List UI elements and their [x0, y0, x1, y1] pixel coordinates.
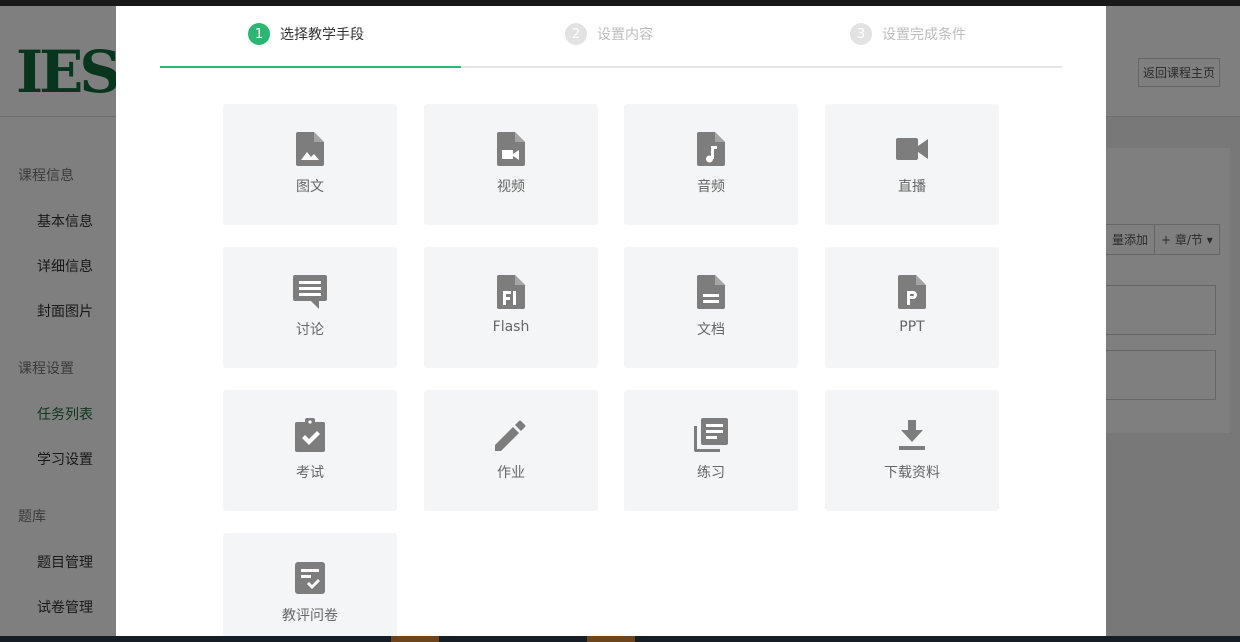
step-label: 选择教学手段 [280, 27, 364, 43]
tile-exam[interactable]: 考试 [223, 390, 397, 511]
tile-practice[interactable]: 练习 [624, 390, 798, 511]
tile-label: Flash [492, 319, 530, 335]
wizard-steps: 1 选择教学手段 2 设置内容 3 设置完成条件 [160, 6, 1062, 68]
video-camera-icon [895, 132, 929, 166]
image-file-icon [293, 132, 327, 166]
active-step-indicator [160, 66, 461, 68]
step-number: 2 [565, 23, 587, 45]
step-number: 3 [850, 23, 872, 45]
tile-label: 教评问卷 [282, 608, 338, 624]
tile-flash[interactable]: Flash [424, 247, 598, 368]
tile-audio[interactable]: 音频 [624, 104, 798, 225]
video-file-icon [494, 132, 528, 166]
tile-image-text[interactable]: 图文 [223, 104, 397, 225]
step-select-method: 1 选择教学手段 [248, 23, 364, 45]
tile-label: 下载资料 [884, 465, 940, 481]
step-set-completion: 3 设置完成条件 [850, 23, 966, 45]
tile-video[interactable]: 视频 [424, 104, 598, 225]
library-books-icon [694, 418, 728, 452]
tile-download[interactable]: 下载资料 [825, 390, 999, 511]
flash-file-icon [494, 275, 528, 309]
tile-live[interactable]: 直播 [825, 104, 999, 225]
tile-label: 作业 [497, 465, 525, 481]
tile-label: 文档 [697, 322, 725, 338]
tile-label: 考试 [296, 465, 324, 481]
step-label: 设置完成条件 [882, 27, 966, 43]
tile-ppt[interactable]: PPT [825, 247, 999, 368]
survey-check-icon [293, 561, 327, 595]
chat-bubble-icon [293, 275, 327, 309]
tile-label: PPT [899, 319, 925, 335]
tile-document[interactable]: 文档 [624, 247, 798, 368]
clipboard-check-icon [293, 418, 327, 452]
pencil-icon [494, 418, 528, 452]
tile-label: 图文 [296, 179, 324, 195]
tile-label: 视频 [497, 179, 525, 195]
audio-file-icon [694, 132, 728, 166]
ppt-file-icon [895, 275, 929, 309]
tile-evaluation-survey[interactable]: 教评问卷 [223, 533, 397, 636]
document-file-icon [694, 275, 728, 309]
step-label: 设置内容 [597, 27, 653, 43]
tile-label: 讨论 [296, 322, 324, 338]
step-set-content: 2 设置内容 [565, 23, 653, 45]
tile-label: 音频 [697, 179, 725, 195]
tile-label: 直播 [898, 179, 926, 195]
download-icon [895, 418, 929, 452]
tile-discussion[interactable]: 讨论 [223, 247, 397, 368]
tile-label: 练习 [697, 465, 725, 481]
step-number: 1 [248, 23, 270, 45]
select-teaching-method-modal: 1 选择教学手段 2 设置内容 3 设置完成条件 图文 视频 音频 直播 讨论 … [116, 6, 1106, 636]
tile-homework[interactable]: 作业 [424, 390, 598, 511]
